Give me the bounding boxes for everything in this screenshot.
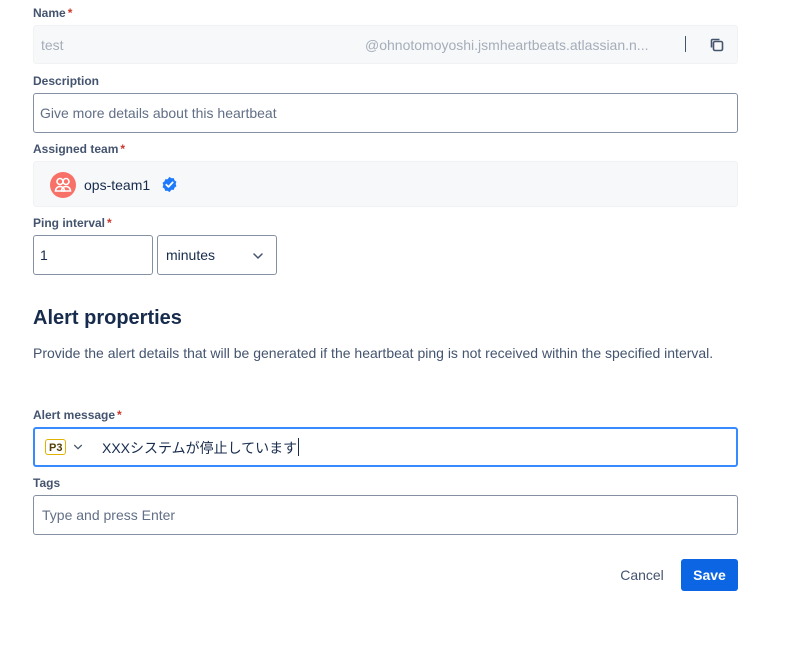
team-avatar-icon [50, 172, 76, 198]
cancel-button[interactable]: Cancel [609, 559, 675, 591]
description-placeholder: Give more details about this heartbeat [40, 105, 277, 121]
tags-label: Tags [33, 476, 61, 490]
ping-interval-unit: minutes [166, 247, 216, 263]
copy-icon[interactable] [709, 37, 725, 53]
ping-interval-unit-select[interactable]: minutes [157, 235, 277, 275]
required-mark: * [120, 142, 126, 156]
save-button[interactable]: Save [681, 559, 738, 591]
ping-interval-value: 1 [40, 247, 48, 263]
alert-message-input[interactable]: P3 XXXシステムが停止しています [33, 427, 738, 467]
alert-properties-description: Provide the alert details that will be g… [33, 345, 714, 361]
name-domain-suffix: @ohnotomoyoshi.jsmheartbeats.atlassian.n… [365, 37, 649, 53]
required-mark: * [107, 216, 112, 230]
required-mark: * [117, 408, 122, 422]
tags-placeholder: Type and press Enter [42, 507, 176, 523]
assigned-team-field[interactable]: ops-team1 [33, 161, 738, 207]
name-label: Name * [33, 6, 73, 20]
chevron-down-icon [251, 249, 265, 263]
alert-message-label: Alert message * [33, 408, 122, 422]
name-value: test [41, 37, 64, 53]
divider [685, 36, 686, 52]
ping-interval-input[interactable]: 1 [33, 235, 153, 275]
team-name: ops-team1 [84, 177, 151, 193]
name-field[interactable]: test @ohnotomoyoshi.jsmheartbeats.atlass… [33, 25, 738, 64]
verified-badge-icon [161, 176, 178, 193]
assigned-team-label: Assigned team * [33, 142, 126, 156]
chevron-down-icon[interactable] [72, 441, 84, 453]
description-label: Description [33, 74, 100, 88]
alert-message-value: XXXシステムが停止しています [102, 440, 298, 456]
text-cursor [298, 438, 299, 456]
required-mark: * [67, 6, 73, 20]
alert-properties-heading: Alert properties [33, 307, 182, 329]
priority-badge[interactable]: P3 [45, 439, 67, 455]
tags-input[interactable]: Type and press Enter [33, 495, 738, 535]
description-input[interactable]: Give more details about this heartbeat [33, 93, 738, 133]
ping-interval-label: Ping interval * [33, 216, 112, 230]
